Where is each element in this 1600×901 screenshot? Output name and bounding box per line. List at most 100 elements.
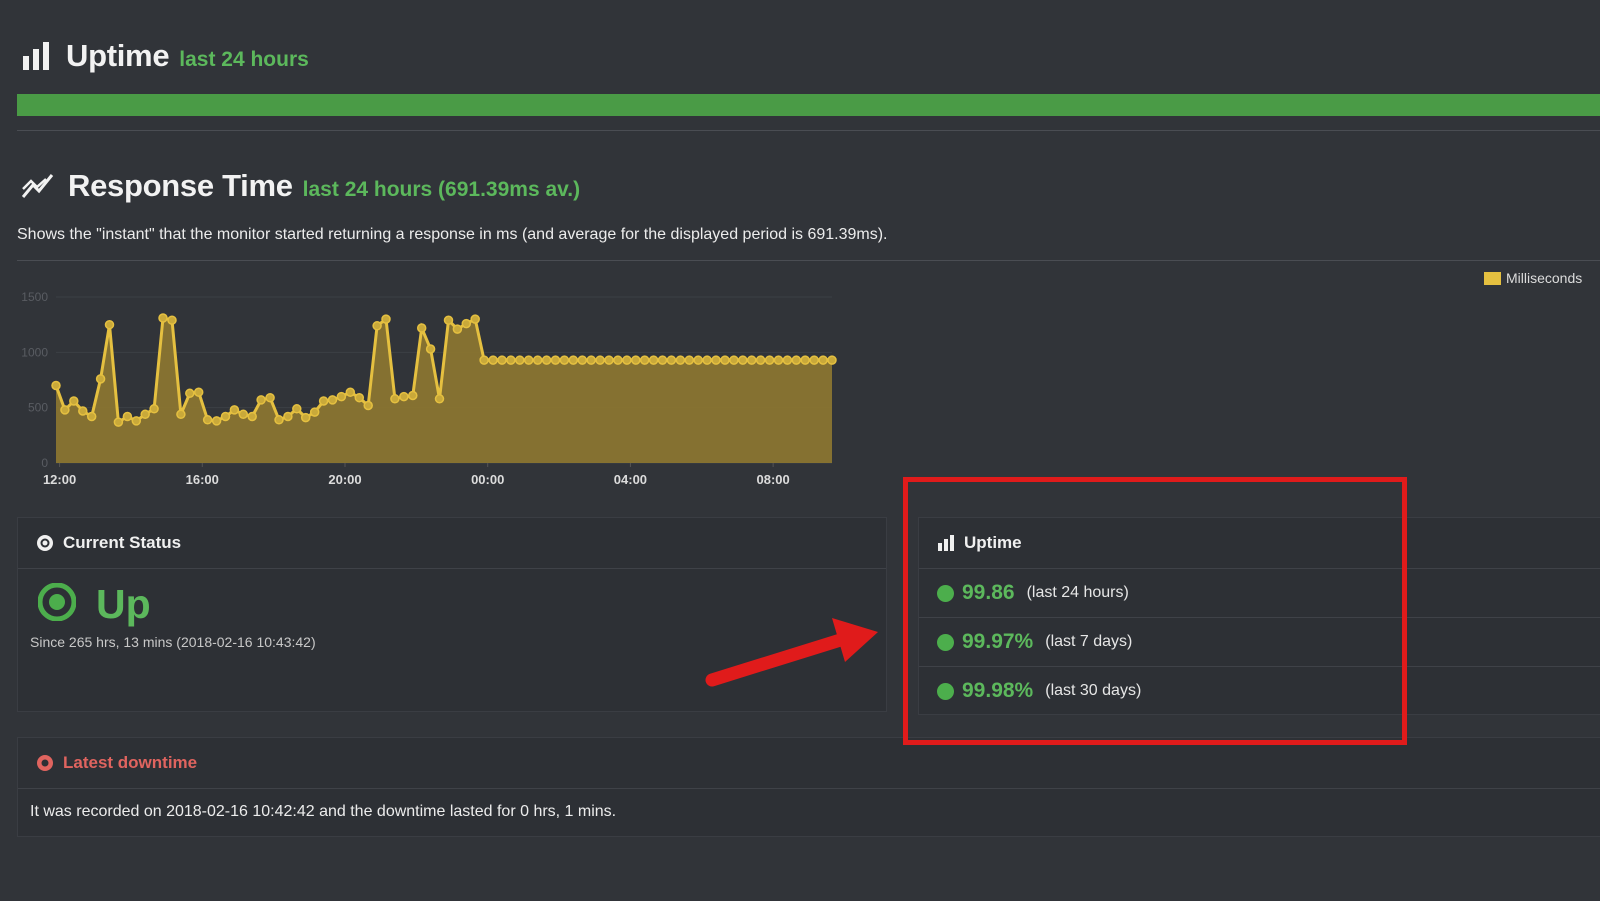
chart-point xyxy=(51,380,61,391)
chart-point xyxy=(684,355,695,365)
chart-xtick-label: 16:00 xyxy=(186,472,219,487)
chart-xtick-label: 20:00 xyxy=(328,472,361,487)
chart-point xyxy=(399,391,409,402)
chart-point xyxy=(158,313,168,323)
chart-xtick-label: 00:00 xyxy=(471,472,504,487)
response-time-title: Response Time xyxy=(68,168,293,203)
chart-point xyxy=(434,394,445,404)
chart-point xyxy=(479,355,489,365)
chart-xtick-label: 12:00 xyxy=(43,472,76,487)
chart-point xyxy=(515,355,525,365)
chart-point xyxy=(318,396,329,406)
legend-swatch xyxy=(1484,271,1501,285)
chart-point xyxy=(167,315,177,325)
chart-point xyxy=(470,314,480,324)
chart-point xyxy=(390,394,400,404)
chart-point xyxy=(559,355,570,365)
chart-point xyxy=(577,355,588,365)
annotation-arrow xyxy=(705,618,878,687)
chart-point xyxy=(702,355,712,365)
chart-point xyxy=(69,396,79,406)
latest-downtime-panel: Latest downtime It was recorded on 2018-… xyxy=(17,737,1600,837)
chart-point xyxy=(631,355,641,365)
chart-point xyxy=(720,355,730,365)
chart-point xyxy=(595,355,605,365)
chart-point xyxy=(292,404,302,414)
chart-ytick-label: 500 xyxy=(28,401,48,415)
line-chart-icon xyxy=(22,173,54,199)
chart-point xyxy=(113,417,124,427)
chart-point xyxy=(461,318,472,329)
chart-point xyxy=(274,415,284,425)
chart-point xyxy=(193,387,204,397)
chart-point xyxy=(211,416,222,426)
chart-point xyxy=(336,391,347,402)
uptime-bar xyxy=(17,94,1600,116)
latest-downtime-heading: Latest downtime xyxy=(18,738,1600,789)
chart-point xyxy=(613,355,623,365)
chart-point xyxy=(381,314,391,324)
chart-point xyxy=(425,344,436,354)
chart-point xyxy=(818,355,828,365)
chart-point xyxy=(78,406,88,416)
bar-chart-icon xyxy=(22,42,52,70)
highlight-box xyxy=(903,477,1407,745)
chart-point xyxy=(408,390,418,401)
chart-point xyxy=(122,411,133,422)
chart-point xyxy=(95,374,106,384)
chart-point xyxy=(300,412,311,423)
uptime-header: Uptime last 24 hours xyxy=(22,38,309,74)
chart-point xyxy=(247,411,257,422)
chart-point xyxy=(149,404,159,414)
chart-point xyxy=(666,355,677,365)
chart-xtick-label: 08:00 xyxy=(757,472,790,487)
chart-point xyxy=(327,395,338,405)
chart-legend[interactable]: Milliseconds xyxy=(1484,270,1582,286)
chart-point xyxy=(550,355,561,365)
chart-point xyxy=(568,355,579,365)
chart-point xyxy=(604,355,614,365)
chart-point xyxy=(238,409,249,420)
chart-point xyxy=(541,355,552,365)
chart-point xyxy=(140,409,150,420)
chart-point xyxy=(104,319,115,330)
divider xyxy=(17,260,1600,261)
chart-point xyxy=(497,355,507,365)
times-circle-icon xyxy=(36,754,54,772)
chart-point xyxy=(523,355,534,365)
chart-point xyxy=(729,355,739,365)
response-time-chart: 0 500 1000 1500 12:00 16:00 20:00 00:00 04:00 08… xyxy=(21,290,837,487)
chart-point xyxy=(755,355,766,365)
chart-point xyxy=(265,392,275,403)
response-time-header: Response Time last 24 hours (691.39ms av… xyxy=(22,168,580,204)
response-time-description: Shows the "instant" that the monitor sta… xyxy=(17,226,888,243)
chart-point xyxy=(131,416,142,426)
chart-point xyxy=(256,395,266,405)
current-status-heading: Current Status xyxy=(18,518,886,569)
chart-point xyxy=(738,355,748,365)
chart-point xyxy=(345,387,356,397)
chart-point xyxy=(622,355,632,365)
chart-point xyxy=(363,400,373,411)
chart-point xyxy=(176,409,186,420)
latest-downtime-heading-label: Latest downtime xyxy=(63,753,198,772)
chart-xtick-label: 04:00 xyxy=(614,472,647,487)
chart-point xyxy=(746,355,757,365)
chart-point xyxy=(586,355,596,365)
chart-point xyxy=(185,388,195,399)
chart-point xyxy=(354,392,365,403)
chart-point xyxy=(782,355,793,365)
chart-ytick-label: 1000 xyxy=(21,345,48,359)
chart-point xyxy=(416,323,427,333)
chart-point xyxy=(648,355,659,365)
latest-downtime-text: It was recorded on 2018-02-16 10:42:42 a… xyxy=(30,803,617,820)
chart-point xyxy=(229,405,240,415)
chart-point xyxy=(452,324,463,334)
chart-point xyxy=(809,355,819,365)
uptime-title: Uptime xyxy=(66,38,170,73)
chart-point xyxy=(309,407,320,417)
chart-point xyxy=(488,355,498,365)
chart-point xyxy=(283,411,293,422)
chart-point xyxy=(86,411,97,422)
chart-point xyxy=(827,355,837,365)
